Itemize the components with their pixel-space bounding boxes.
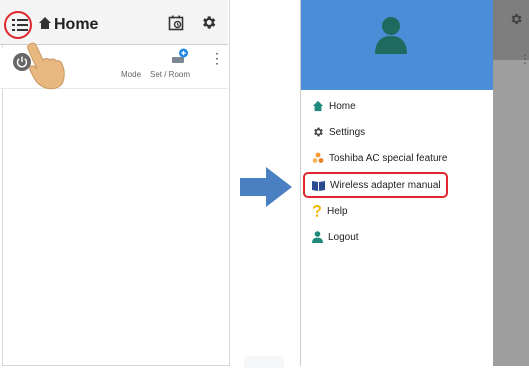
drawer-item-label: Help: [327, 205, 348, 217]
page-title: Home: [54, 16, 99, 33]
left-app-header: [0, 0, 228, 45]
drawer-item-home[interactable]: Home: [312, 96, 356, 116]
set-room-label: Set / Room: [150, 70, 191, 79]
drawer-item-help[interactable]: Help: [312, 201, 348, 221]
drawer-item-label: Toshiba AC special feature: [329, 152, 448, 164]
person-icon: [312, 231, 323, 243]
more-options-icon[interactable]: ⋮: [210, 51, 224, 65]
mode-label: Mode: [121, 70, 142, 79]
drawer-item-label: Home: [329, 100, 356, 112]
special-feature-icon: [312, 152, 324, 163]
drawer-item-settings[interactable]: Settings: [312, 122, 365, 142]
drawer-item-label: Settings: [329, 126, 366, 138]
dimmed-header: [493, 0, 529, 60]
drawer-item-label: Logout: [328, 231, 359, 243]
background-smudge: [244, 356, 284, 368]
schedule-icon[interactable]: [168, 15, 184, 31]
pointing-hand-icon: [27, 42, 65, 90]
avatar-icon: [375, 17, 407, 54]
transition-arrow-icon: [240, 167, 292, 207]
settings-gear-icon[interactable]: [200, 14, 217, 31]
menu-icon[interactable]: [12, 19, 28, 31]
question-icon: [313, 205, 321, 217]
home-icon: [39, 17, 51, 29]
gear-icon: [314, 127, 323, 137]
more-options-icon: ⋮: [519, 52, 529, 66]
drawer-item-special-feature[interactable]: Toshiba AC special feature: [312, 148, 447, 168]
drawer-item-logout[interactable]: Logout: [312, 227, 359, 247]
highlight-box: [303, 172, 448, 198]
home-icon: [312, 100, 324, 112]
add-device-icon[interactable]: [171, 48, 189, 66]
gear-icon: [511, 13, 522, 25]
